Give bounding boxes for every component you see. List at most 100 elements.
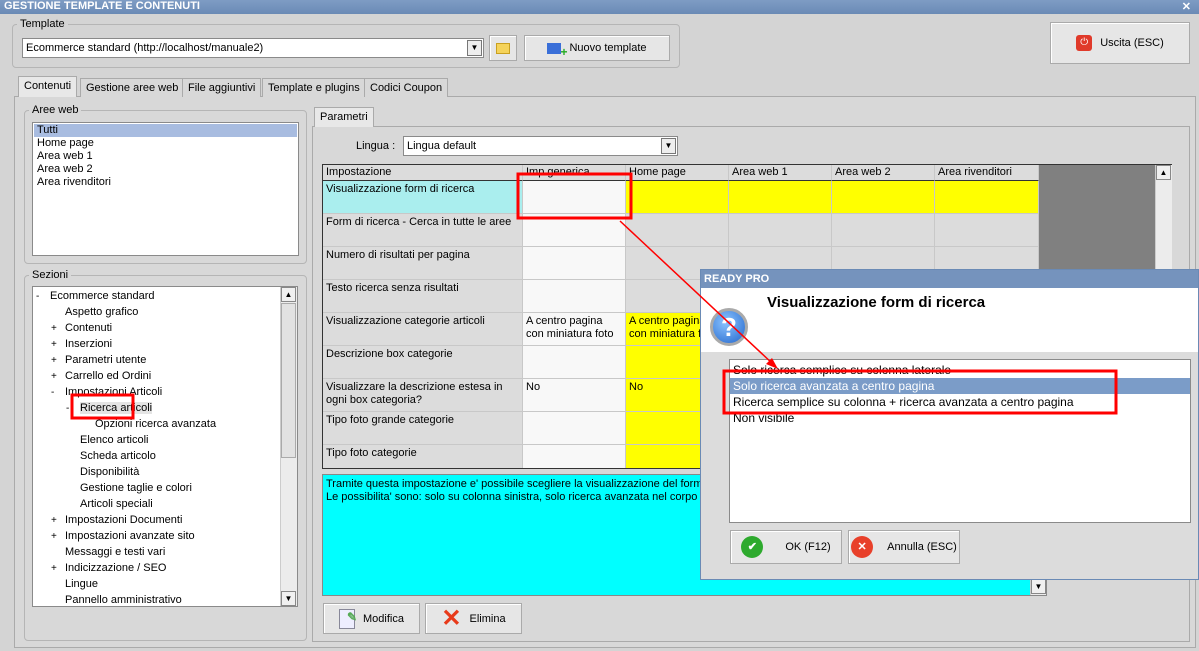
elimina-button[interactable]: ✕ Elimina [425, 603, 522, 634]
tree-item[interactable]: + Impostazioni Documenti [51, 512, 182, 528]
tree-item[interactable]: Lingue [51, 576, 98, 592]
tab-template-plugins[interactable]: Template e plugins [262, 78, 366, 97]
expand-icon[interactable]: + [51, 321, 63, 337]
tree-item[interactable]: + Contenuti [51, 320, 112, 336]
tab-parametri[interactable]: Parametri [314, 107, 374, 127]
cancel-button[interactable]: ✕ Annulla (ESC) [848, 530, 960, 564]
open-folder-button[interactable] [489, 35, 517, 61]
setting-name[interactable]: Testo ricerca senza risultati [323, 280, 523, 313]
scroll-down-icon[interactable]: ▼ [281, 591, 296, 606]
setting-name[interactable]: Numero di risultati per pagina [323, 247, 523, 280]
tab-codici-coupon[interactable]: Codici Coupon [364, 78, 449, 97]
option-item[interactable]: Solo ricerca semplice su colonna lateral… [730, 362, 1190, 378]
collapse-icon[interactable]: - [36, 289, 48, 305]
lingua-select[interactable]: Lingua default ▼ [403, 136, 678, 156]
tree-item[interactable]: - Ricerca articoli [66, 400, 153, 417]
tree-item[interactable]: + Inserzioni [51, 336, 112, 352]
tab-file-aggiuntivi[interactable]: File aggiuntivi [182, 78, 262, 97]
setting-value-cell[interactable] [832, 181, 935, 214]
setting-value-cell[interactable] [523, 445, 626, 468]
expand-icon[interactable]: + [51, 513, 63, 529]
collapse-icon[interactable]: - [51, 385, 63, 401]
column-header[interactable]: Area web 1 [729, 165, 832, 181]
setting-name[interactable]: Tipo foto grande categorie [323, 412, 523, 445]
tree-item[interactable]: Aspetto grafico [51, 304, 138, 320]
tree-item[interactable]: Messaggi e testi vari [51, 544, 165, 560]
setting-name[interactable]: Visualizzazione categorie articoli [323, 313, 523, 346]
setting-value-cell[interactable] [523, 181, 626, 214]
chevron-down-icon[interactable]: ▼ [467, 40, 482, 56]
setting-value-cell[interactable] [523, 214, 626, 247]
tree-item[interactable]: + Carrello ed Ordini [51, 368, 151, 384]
expand-icon[interactable]: + [51, 353, 63, 369]
desc-scroll-down-icon[interactable]: ▼ [1030, 579, 1046, 595]
tab-gestione-aree-web[interactable]: Gestione aree web [80, 78, 185, 97]
column-header[interactable]: Home page [626, 165, 729, 181]
expand-icon[interactable]: + [51, 561, 63, 577]
scroll-up-icon[interactable]: ▲ [1156, 165, 1171, 180]
tree-item[interactable]: Pannello amministrativo [51, 592, 182, 606]
tree-item[interactable]: + Parametri utente [51, 352, 146, 368]
setting-value-cell[interactable] [729, 181, 832, 214]
setting-value-cell[interactable] [523, 346, 626, 379]
template-select[interactable]: Ecommerce standard (http://localhost/man… [22, 38, 484, 58]
expand-icon[interactable]: + [51, 529, 63, 545]
setting-name[interactable]: Visualizzare la descrizione estesa in og… [323, 379, 523, 412]
option-item[interactable]: Ricerca semplice su colonna + ricerca av… [730, 394, 1190, 410]
scroll-up-icon[interactable]: ▲ [281, 287, 296, 302]
tree-item-label: Impostazioni Documenti [65, 514, 183, 526]
setting-value-cell[interactable] [523, 412, 626, 445]
tree-item[interactable]: - Ecommerce standard [36, 288, 155, 304]
tree-item[interactable]: Disponibilità [66, 464, 139, 480]
option-item[interactable]: Non visibile [730, 410, 1190, 426]
tree-item[interactable]: Opzioni ricerca avanzata [81, 416, 216, 432]
exit-button[interactable]: ⏻ Uscita (ESC) [1050, 22, 1190, 64]
setting-name[interactable]: Tipo foto categorie [323, 445, 523, 468]
expand-icon[interactable]: + [51, 337, 63, 353]
expand-icon[interactable]: + [51, 369, 63, 385]
close-icon[interactable]: ✕ [1182, 0, 1191, 13]
tree-item[interactable]: - Impostazioni Articoli [51, 384, 162, 400]
column-header[interactable]: Area web 2 [832, 165, 935, 181]
setting-value-cell[interactable]: No [523, 379, 626, 412]
tree-item[interactable]: + Indicizzazione / SEO [51, 560, 167, 576]
setting-value-cell[interactable] [626, 181, 729, 214]
setting-value-cell[interactable] [523, 280, 626, 313]
tree-item[interactable]: Scheda articolo [66, 448, 156, 464]
tree-scrollbar[interactable]: ▲ ▼ [280, 287, 297, 606]
setting-value-cell[interactable] [935, 214, 1039, 247]
aree-web-item[interactable]: Area rivenditori [34, 176, 297, 189]
sezioni-tree[interactable]: - Ecommerce standard Aspetto grafico + Conte… [32, 286, 298, 607]
new-template-button[interactable]: + Nuovo template [524, 35, 670, 61]
template-value: Ecommerce standard (http://localhost/man… [26, 42, 264, 54]
aree-web-item[interactable]: Area web 1 [34, 150, 297, 163]
setting-value-cell[interactable] [626, 214, 729, 247]
tab-contenuti[interactable]: Contenuti [18, 76, 78, 97]
setting-name[interactable]: Form di ricerca - Cerca in tutte le aree [323, 214, 523, 247]
scroll-thumb[interactable] [281, 303, 296, 458]
tree-item[interactable]: + Impostazioni avanzate sito [51, 528, 195, 544]
setting-name[interactable]: Visualizzazione form di ricerca [323, 181, 523, 214]
tree-item[interactable]: Elenco articoli [66, 432, 148, 448]
column-header[interactable]: Impostazione [323, 165, 523, 181]
setting-value-cell[interactable]: A centro pagina con miniatura foto [523, 313, 626, 346]
tree-item[interactable]: Gestione taglie e colori [66, 480, 192, 496]
column-header[interactable]: Imp.generica [523, 165, 626, 181]
setting-value-cell[interactable] [523, 247, 626, 280]
ok-button[interactable]: ✔ OK (F12) [730, 530, 842, 564]
tree-item[interactable]: Articoli speciali [66, 496, 153, 512]
setting-value-cell[interactable] [935, 181, 1039, 214]
aree-web-list[interactable]: Tutti Home page Area web 1 Area web 2 Area r… [32, 122, 299, 256]
setting-name[interactable]: Descrizione box categorie [323, 346, 523, 379]
options-list[interactable]: Solo ricerca semplice su colonna lateral… [729, 359, 1191, 523]
chevron-down-icon[interactable]: ▼ [661, 138, 676, 154]
aree-web-item[interactable]: Home page [34, 137, 297, 150]
modifica-button[interactable]: ✎ Modifica [323, 603, 420, 634]
setting-value-cell[interactable] [729, 214, 832, 247]
setting-value-cell[interactable] [832, 214, 935, 247]
collapse-icon[interactable]: - [66, 401, 78, 417]
aree-web-item[interactable]: Area web 2 [34, 163, 297, 176]
column-header[interactable]: Area rivenditori [935, 165, 1039, 181]
aree-web-item[interactable]: Tutti [34, 124, 297, 137]
option-item[interactable]: Solo ricerca avanzata a centro pagina [730, 378, 1190, 394]
